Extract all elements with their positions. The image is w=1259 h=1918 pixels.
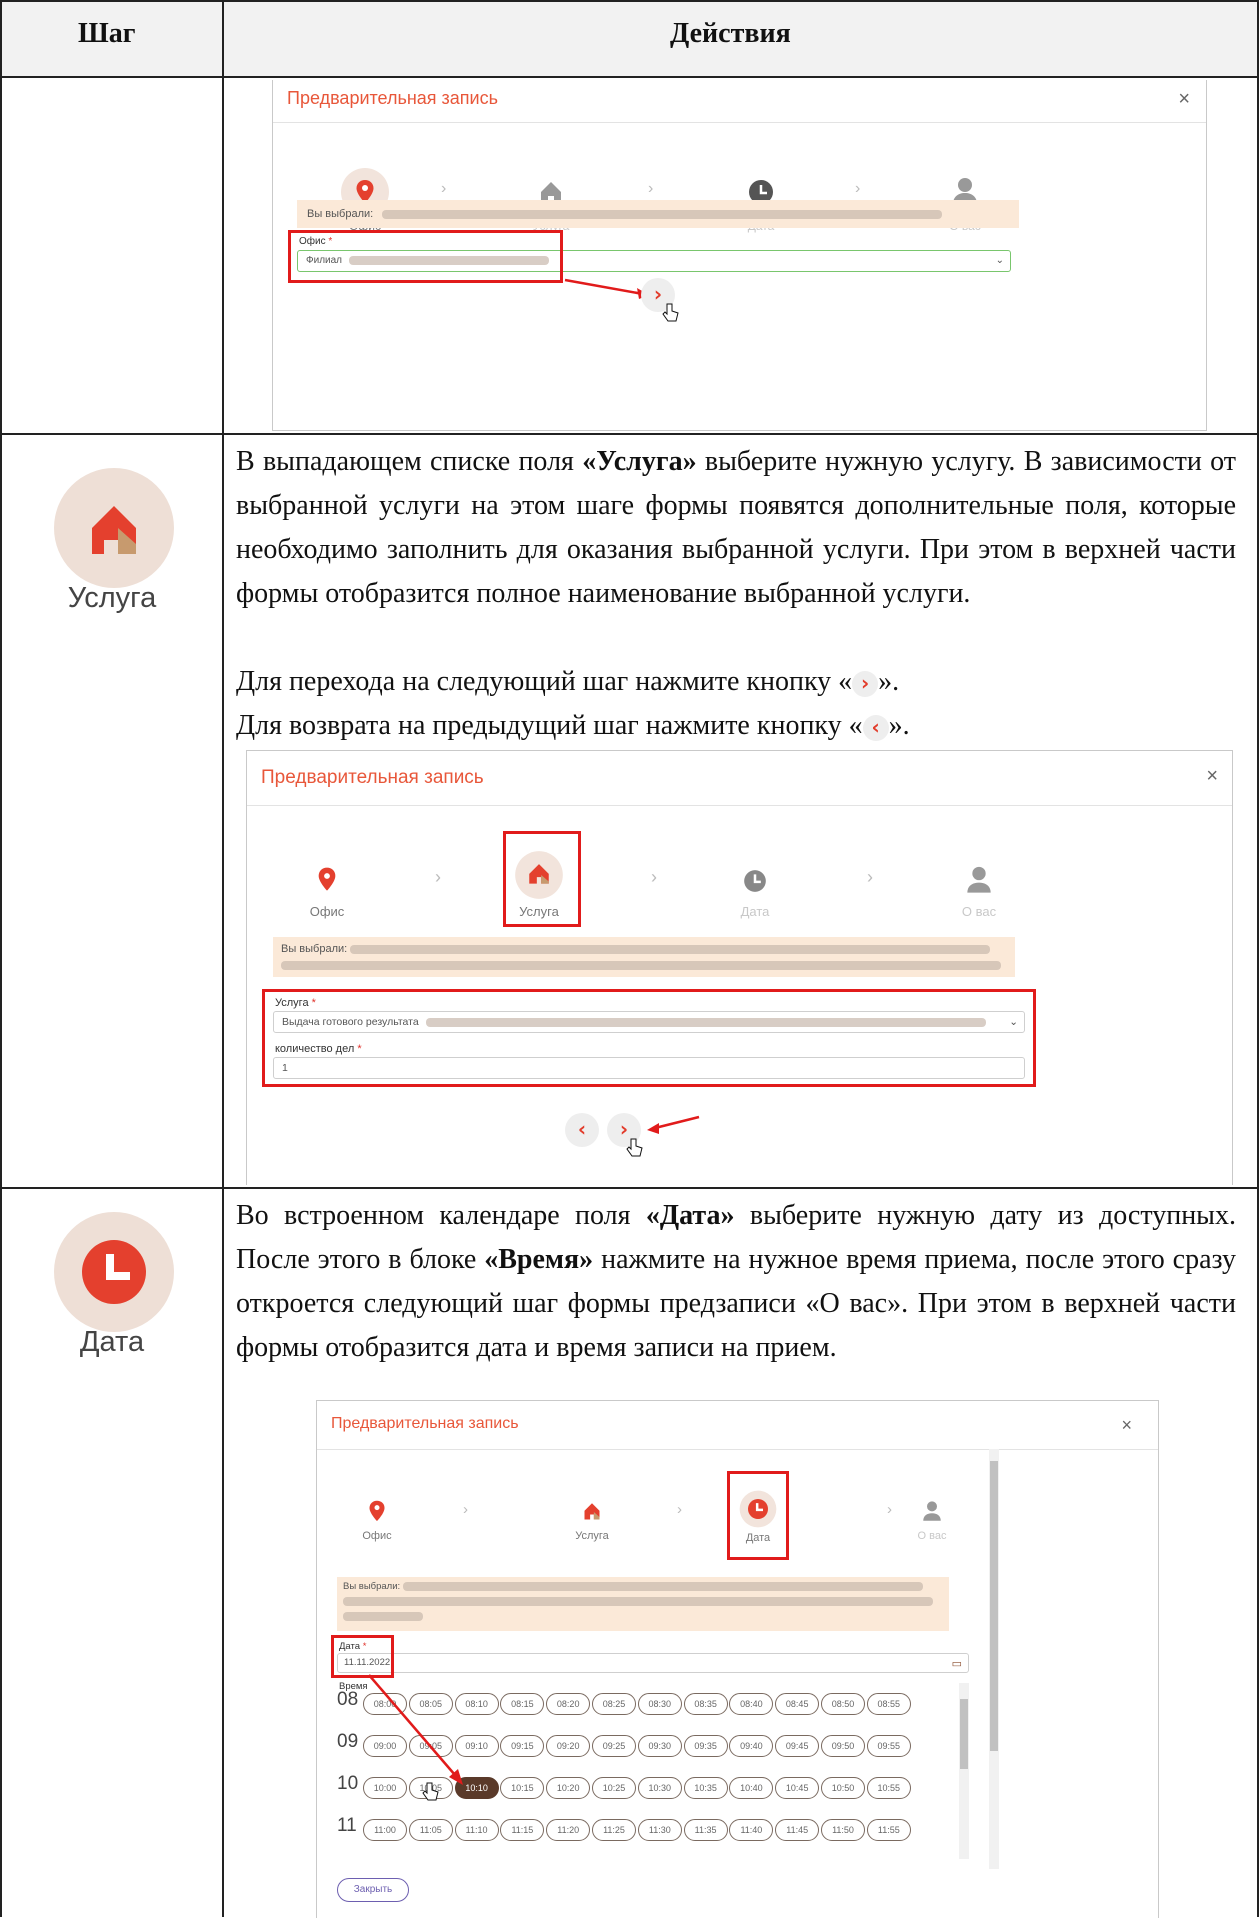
next-step-instruction: Для перехода на следующий шаг нажмите кн… xyxy=(236,666,900,697)
time-slot-chip[interactable]: 10:55 xyxy=(866,1777,911,1799)
time-slot-chip[interactable]: 09:20 xyxy=(546,1735,591,1757)
form-scrollbar-thumb[interactable] xyxy=(990,1461,998,1751)
time-slot-chip[interactable]: 11:00 xyxy=(363,1819,407,1841)
house-icon xyxy=(92,506,136,554)
stepper-label-date: Дата xyxy=(740,904,770,919)
close-icon[interactable]: × xyxy=(1178,88,1190,111)
step-label-date: Дата xyxy=(79,1326,145,1358)
time-slot-chip[interactable]: 11:40 xyxy=(729,1819,774,1841)
selected-summary: Вы выбрали: xyxy=(297,200,1019,228)
time-slot-chip[interactable]: 09:40 xyxy=(729,1735,774,1757)
arrow-annotation xyxy=(368,1674,463,1785)
clock-icon xyxy=(82,1240,146,1304)
time-grid: 08 08:00 08:05 08:10 08:15 08:20 08:25 08:30 08:… xyxy=(317,1401,1158,1918)
map-pin-icon xyxy=(318,867,336,891)
form-screenshot-date: Предварительная запись × Офис › Услуга ›… xyxy=(316,1400,1159,1918)
time-hour-label: 11 xyxy=(337,1815,357,1836)
time-slot-chip[interactable]: 11:25 xyxy=(592,1819,636,1841)
stepper-label-about: О вас xyxy=(961,904,997,919)
step-label-service: Услуга xyxy=(67,582,157,614)
highlight-service-step xyxy=(503,831,581,927)
time-slot-chip[interactable]: 11:45 xyxy=(775,1819,820,1841)
hand-cursor-icon xyxy=(422,1782,439,1801)
time-hour-label: 10 xyxy=(337,1773,359,1794)
time-slot-chip[interactable]: 09:15 xyxy=(500,1735,545,1757)
close-button[interactable]: Закрыть xyxy=(337,1878,409,1902)
time-slot-chip[interactable]: 10:50 xyxy=(821,1777,865,1799)
time-slot-chip[interactable]: 11:15 xyxy=(500,1819,545,1841)
time-slot-chip[interactable]: 09:30 xyxy=(637,1735,682,1757)
clock-icon xyxy=(744,870,766,892)
close-icon[interactable]: × xyxy=(1206,765,1218,788)
time-slot-chip[interactable]: 09:35 xyxy=(683,1735,728,1757)
time-slot-chip[interactable]: 10:25 xyxy=(592,1777,636,1799)
person-icon xyxy=(967,866,991,893)
time-slot-chip[interactable]: 09:55 xyxy=(866,1735,911,1757)
time-slot-chip[interactable]: 11:35 xyxy=(683,1819,728,1841)
arrow-annotation xyxy=(647,1115,700,1134)
time-hour-label: 08 xyxy=(337,1689,359,1710)
form-title: Предварительная запись xyxy=(287,88,498,108)
stepper-date[interactable]: Дата xyxy=(715,861,795,919)
date-instructions: Во встроенном календаре поля «Дата» выбе… xyxy=(236,1200,1237,1363)
time-slot-chip[interactable]: 08:55 xyxy=(866,1693,911,1715)
time-slot-chip[interactable]: 11:10 xyxy=(454,1819,499,1841)
time-slot-chip[interactable]: 08:30 xyxy=(637,1693,682,1715)
time-slot-chip[interactable]: 11:05 xyxy=(408,1819,453,1841)
time-slot-chip[interactable]: 08:40 xyxy=(729,1693,774,1715)
time-slot-chip[interactable]: 11:55 xyxy=(866,1819,911,1841)
time-slot-chip[interactable]: 09:50 xyxy=(821,1735,865,1757)
time-slot-chip[interactable]: 08:35 xyxy=(683,1693,728,1715)
time-slot-chip[interactable]: 10:35 xyxy=(683,1777,728,1799)
stepper-label-office: Офис xyxy=(309,904,345,919)
header-step: Шаг xyxy=(78,18,136,49)
time-slot-chip[interactable]: 08:15 xyxy=(500,1693,545,1715)
time-slot-chip[interactable]: 08:25 xyxy=(592,1693,636,1715)
header-actions: Действия xyxy=(670,18,791,49)
step-icon-date xyxy=(54,1212,174,1332)
step-icon-service xyxy=(54,468,174,588)
next-icon: › xyxy=(852,670,879,697)
prev-icon: ‹ xyxy=(862,714,889,741)
highlight-office-field xyxy=(288,230,563,283)
selected-label: Вы выбрали: xyxy=(307,208,374,220)
time-slot-chip[interactable]: 10:15 xyxy=(500,1777,545,1799)
stepper-about[interactable]: О вас xyxy=(939,861,1019,919)
time-slot-chip[interactable]: 10:40 xyxy=(729,1777,774,1799)
time-slot-chip[interactable]: 09:25 xyxy=(592,1735,636,1757)
time-scrollbar-thumb[interactable] xyxy=(960,1699,968,1769)
time-slot-chip[interactable]: 10:30 xyxy=(637,1777,682,1799)
time-hour-label: 09 xyxy=(337,1731,359,1752)
selected-label: Вы выбрали: xyxy=(281,943,348,955)
time-slot-chip[interactable]: 11:50 xyxy=(821,1819,865,1841)
form-screenshot-service: Предварительная запись × Офис › Услуга ›… xyxy=(246,750,1233,1185)
hand-cursor-icon xyxy=(662,303,679,322)
time-slot-chip[interactable]: 09:45 xyxy=(775,1735,820,1757)
stepper-office[interactable]: Офис xyxy=(287,861,367,919)
time-slot-chip[interactable]: 08:50 xyxy=(821,1693,865,1715)
form-screenshot-office: Предварительная запись × Офис › Услуга ›… xyxy=(272,80,1207,431)
time-slot-chip[interactable]: 10:20 xyxy=(546,1777,591,1799)
selected-summary: Вы выбрали: xyxy=(273,937,1015,977)
highlight-service-fields xyxy=(262,989,1036,1087)
table-header xyxy=(0,0,1259,76)
prev-step-instruction: Для возврата на предыдущий шаг нажмите к… xyxy=(236,710,910,741)
time-slot-chip[interactable]: 10:45 xyxy=(775,1777,820,1799)
time-slot-chip[interactable]: 08:20 xyxy=(546,1693,591,1715)
time-slot-chip[interactable]: 11:30 xyxy=(637,1819,682,1841)
chevron-down-icon: ⌄ xyxy=(995,255,1004,266)
form-title: Предварительная запись xyxy=(261,767,484,788)
hand-cursor-icon xyxy=(626,1138,643,1157)
time-slot-chip[interactable]: 11:20 xyxy=(546,1819,591,1841)
time-slot-chip[interactable]: 08:45 xyxy=(775,1693,820,1715)
prev-button[interactable]: ‹ xyxy=(565,1113,599,1147)
service-instructions: В выпадающем списке поля «Услуга» выбери… xyxy=(236,446,1236,609)
